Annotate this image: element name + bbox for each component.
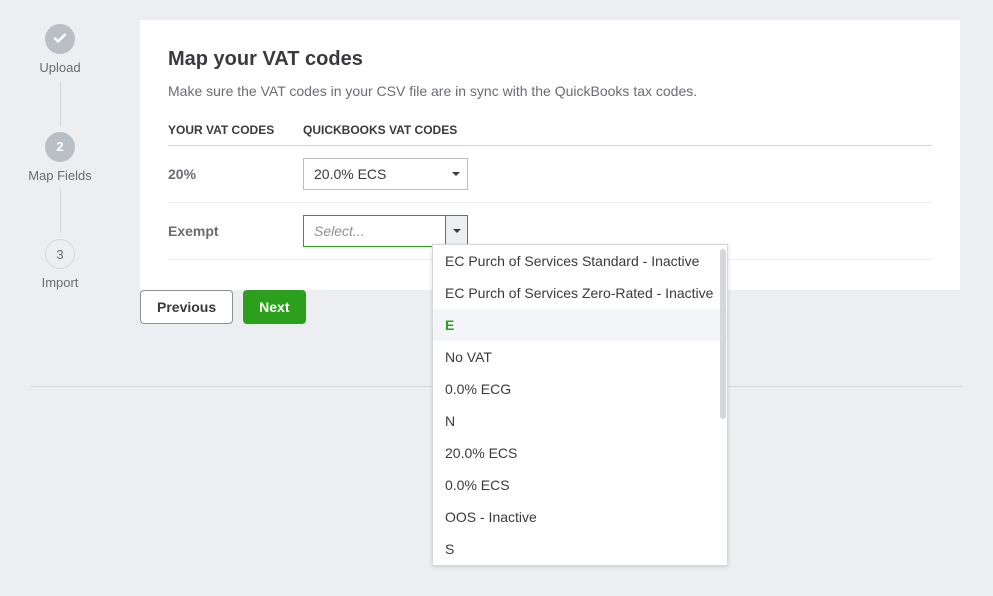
header-your-codes: YOUR VAT CODES	[168, 123, 303, 137]
step-map-label: Map Fields	[20, 168, 100, 184]
step-upload-label: Upload	[20, 60, 100, 76]
dropdown-option[interactable]: EC Purch of Services Standard - Inactive	[433, 245, 727, 277]
header-qb-codes: QUICKBOOKS VAT CODES	[303, 123, 457, 137]
mapping-table: YOUR VAT CODES QUICKBOOKS VAT CODES 20% …	[168, 123, 932, 260]
step-import-circle: 3	[45, 239, 75, 269]
select-placeholder: Select...	[314, 223, 365, 239]
vat-dropdown: EC Purch of Services Standard - Inactive…	[432, 244, 728, 566]
card-title: Map your VAT codes	[168, 48, 932, 71]
chevron-down-icon	[445, 159, 467, 189]
dropdown-list: EC Purch of Services Standard - Inactive…	[433, 245, 727, 565]
dropdown-option[interactable]: No VAT	[433, 341, 727, 373]
chevron-down-icon	[445, 216, 467, 246]
dropdown-option[interactable]: 0.0% ECS	[433, 469, 727, 501]
row-label-exempt: Exempt	[168, 223, 303, 239]
table-row: 20% 20.0% ECS	[168, 146, 932, 203]
previous-button[interactable]: Previous	[140, 290, 233, 324]
scrollbar-thumb[interactable]	[720, 249, 726, 419]
step-map-circle: 2	[45, 132, 75, 162]
table-header: YOUR VAT CODES QUICKBOOKS VAT CODES	[168, 123, 932, 146]
step-connector	[60, 82, 61, 126]
dropdown-option[interactable]: 0.0% ECG	[433, 373, 727, 405]
dropdown-option[interactable]: S	[433, 533, 727, 565]
step-connector	[60, 189, 61, 233]
dropdown-option[interactable]: E	[433, 309, 727, 341]
card-subtitle: Make sure the VAT codes in your CSV file…	[168, 83, 932, 99]
dropdown-option[interactable]: N	[433, 405, 727, 437]
row-label-20: 20%	[168, 166, 303, 182]
next-button[interactable]: Next	[243, 290, 305, 324]
vat-select-exempt[interactable]: Select...	[303, 215, 468, 247]
step-import-label: Import	[20, 275, 100, 291]
step-upload-circle	[45, 24, 75, 54]
vat-select-20[interactable]: 20.0% ECS	[303, 158, 468, 190]
dropdown-option[interactable]: EC Purch of Services Zero-Rated - Inacti…	[433, 277, 727, 309]
select-value: 20.0% ECS	[314, 166, 386, 182]
wizard-actions: Previous Next	[140, 290, 306, 324]
dropdown-option[interactable]: OOS - Inactive	[433, 501, 727, 533]
check-icon	[52, 30, 68, 49]
wizard-stepper: Upload 2 Map Fields 3 Import	[20, 24, 100, 291]
dropdown-option[interactable]: 20.0% ECS	[433, 437, 727, 469]
